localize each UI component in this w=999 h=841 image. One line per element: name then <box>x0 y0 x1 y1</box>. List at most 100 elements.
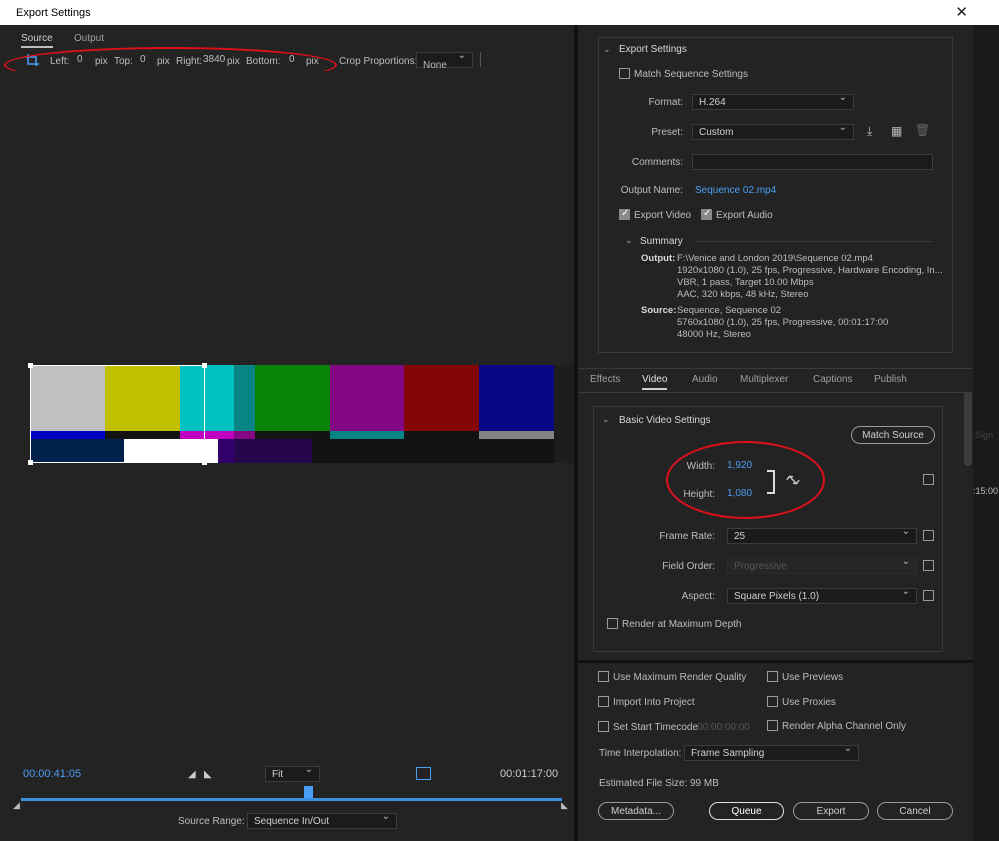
tab-output[interactable]: Output <box>74 33 104 44</box>
start-timecode-value[interactable]: 00:00:00:00 <box>697 722 750 733</box>
summary-source-label: Source: <box>641 305 677 316</box>
export-settings-panel: ⌄ Export Settings Match Sequence Setting… <box>598 37 953 353</box>
format-value: H.264 <box>699 97 726 108</box>
start-timecode-checkbox[interactable] <box>598 721 609 732</box>
tab-video[interactable]: Video <box>642 374 668 390</box>
estimated-size-value: 99 MB <box>690 778 719 789</box>
toolbar-divider <box>480 52 481 67</box>
queue-button[interactable]: Queue <box>709 802 784 820</box>
frame-rate-label: Frame Rate: <box>659 531 715 542</box>
export-button[interactable]: Export <box>793 802 869 820</box>
timeline-track[interactable] <box>21 798 562 801</box>
video-collapse-chevron-icon[interactable]: ⌄ <box>602 414 610 425</box>
save-preset-icon[interactable]: ⤓ <box>867 124 872 139</box>
output-name-label: Output Name: <box>620 185 683 196</box>
use-proxies-checkbox[interactable] <box>767 696 778 707</box>
import-project-checkbox[interactable] <box>598 696 609 707</box>
crop-rectangle[interactable] <box>30 365 205 463</box>
tab-source[interactable]: Source <box>21 33 53 48</box>
output-name-link[interactable]: Sequence 02.mp4 <box>695 185 776 196</box>
tabs-top-rule <box>578 368 973 369</box>
summary-output-text: F:\Venice and London 2019\Sequence 02.mp… <box>677 253 943 301</box>
summary-divider <box>695 241 933 242</box>
range-start-marker-icon[interactable]: ◢ <box>13 800 20 811</box>
export-audio-checkbox[interactable] <box>701 208 712 220</box>
field-order-value: Progressive <box>734 561 787 572</box>
match-sequence-checkbox[interactable] <box>619 68 630 79</box>
export-audio-label: Export Audio <box>716 210 773 221</box>
title-bar: Export Settings ✕ <box>0 0 999 25</box>
crop-handle-bl[interactable] <box>28 460 33 465</box>
bottom-divider <box>578 660 973 663</box>
crop-proportions-dropdown[interactable]: None <box>416 50 473 71</box>
width-height-override-checkbox[interactable] <box>923 474 934 485</box>
export-settings-header: Export Settings <box>619 44 687 55</box>
aspect-dropdown[interactable]: Square Pixels (1.0) <box>727 586 917 604</box>
summary-chevron-icon[interactable]: ⌄ <box>625 235 633 246</box>
close-icon[interactable]: ✕ <box>955 3 968 21</box>
render-alpha-checkbox[interactable] <box>767 720 778 731</box>
field-order-checkbox[interactable] <box>923 560 934 571</box>
playhead[interactable] <box>303 786 313 798</box>
render-max-depth-checkbox[interactable] <box>607 618 618 629</box>
zoom-value: Fit <box>272 769 284 780</box>
set-out-point-icon[interactable]: ◣ <box>204 769 212 780</box>
frame-rate-checkbox[interactable] <box>923 530 934 541</box>
comments-input[interactable] <box>692 154 933 170</box>
background-sign-text: Sign <box>975 430 994 440</box>
frame-rate-dropdown[interactable]: 25 <box>727 526 917 544</box>
export-video-label: Export Video <box>634 210 692 221</box>
import-preset-icon[interactable]: ▦ <box>891 124 902 138</box>
preset-label: Preset: <box>651 127 683 138</box>
max-render-quality-checkbox[interactable] <box>598 671 609 682</box>
current-time[interactable]: 00:00:41:05 <box>23 768 81 780</box>
export-video-checkbox[interactable] <box>619 208 630 220</box>
tab-captions[interactable]: Captions <box>813 374 852 385</box>
field-order-dropdown[interactable]: Progressive <box>727 556 917 574</box>
background-time-text: :15:00 <box>973 486 999 496</box>
summary-source-line: Sequence, Sequence 02 <box>677 305 782 316</box>
tab-effects[interactable]: Effects <box>590 374 620 385</box>
crop-handle-tr[interactable] <box>202 363 207 368</box>
cancel-button[interactable]: Cancel <box>877 802 953 820</box>
set-in-point-icon[interactable]: ◢ <box>188 769 196 780</box>
zoom-dropdown[interactable]: Fit <box>265 764 320 782</box>
crop-handle-br[interactable] <box>202 460 207 465</box>
source-range-label: Source Range: <box>178 816 245 827</box>
color-bars-preview <box>28 363 584 465</box>
match-sequence-label: Match Sequence Settings <box>634 69 748 80</box>
annotation-circle-dimensions <box>666 441 825 519</box>
match-source-button[interactable]: Match Source <box>851 426 935 444</box>
use-previews-label: Use Previews <box>782 672 844 683</box>
aspect-value: Square Pixels (1.0) <box>734 591 820 602</box>
tab-publish[interactable]: Publish <box>874 374 907 385</box>
crop-handle-tl[interactable] <box>28 363 33 368</box>
use-previews-checkbox[interactable] <box>767 671 778 682</box>
time-interpolation-value: Frame Sampling <box>691 748 765 759</box>
field-order-label: Field Order: <box>662 561 715 572</box>
settings-scrollbar[interactable] <box>964 392 972 466</box>
tab-multiplexer[interactable]: Multiplexer <box>740 374 788 385</box>
source-range-dropdown[interactable]: Sequence In/Out <box>247 811 397 829</box>
metadata-button[interactable]: Metadata... <box>598 802 674 820</box>
format-dropdown[interactable]: H.264 <box>692 92 854 110</box>
summary-source-line: 48000 Hz, Stereo <box>677 329 751 340</box>
tab-audio[interactable]: Audio <box>692 374 718 385</box>
crop-proportions-value: None <box>423 60 447 71</box>
summary-output-line: VBR, 1 pass, Target 10.00 Mbps <box>677 277 814 288</box>
frame-rate-value: 25 <box>734 531 746 542</box>
summary-output-line: F:\Venice and London 2019\Sequence 02.mp… <box>677 253 873 264</box>
aspect-checkbox[interactable] <box>923 590 934 601</box>
range-end-marker-icon[interactable]: ◣ <box>561 800 568 811</box>
start-timecode-label: Set Start Timecode <box>613 722 699 733</box>
duration-time: 00:01:17:00 <box>500 768 559 780</box>
cropped-region-overlay <box>234 365 584 463</box>
aspect-toggle-icon[interactable] <box>416 767 431 780</box>
preset-dropdown[interactable]: Custom <box>692 122 854 140</box>
time-interpolation-dropdown[interactable]: Frame Sampling <box>684 743 859 761</box>
delete-preset-icon[interactable]: 🗑 <box>915 123 930 137</box>
export-settings-window: Export Settings ✕ Source Output Left: 0 … <box>0 0 999 841</box>
collapse-chevron-icon[interactable]: ⌄ <box>603 44 611 55</box>
timeline-area: 00:00:41:05 ◢ ◣ Fit 00:01:17:00 ◢ ◣ Sour… <box>8 761 574 841</box>
crop-proportions-label: Crop Proportions: <box>339 56 418 67</box>
